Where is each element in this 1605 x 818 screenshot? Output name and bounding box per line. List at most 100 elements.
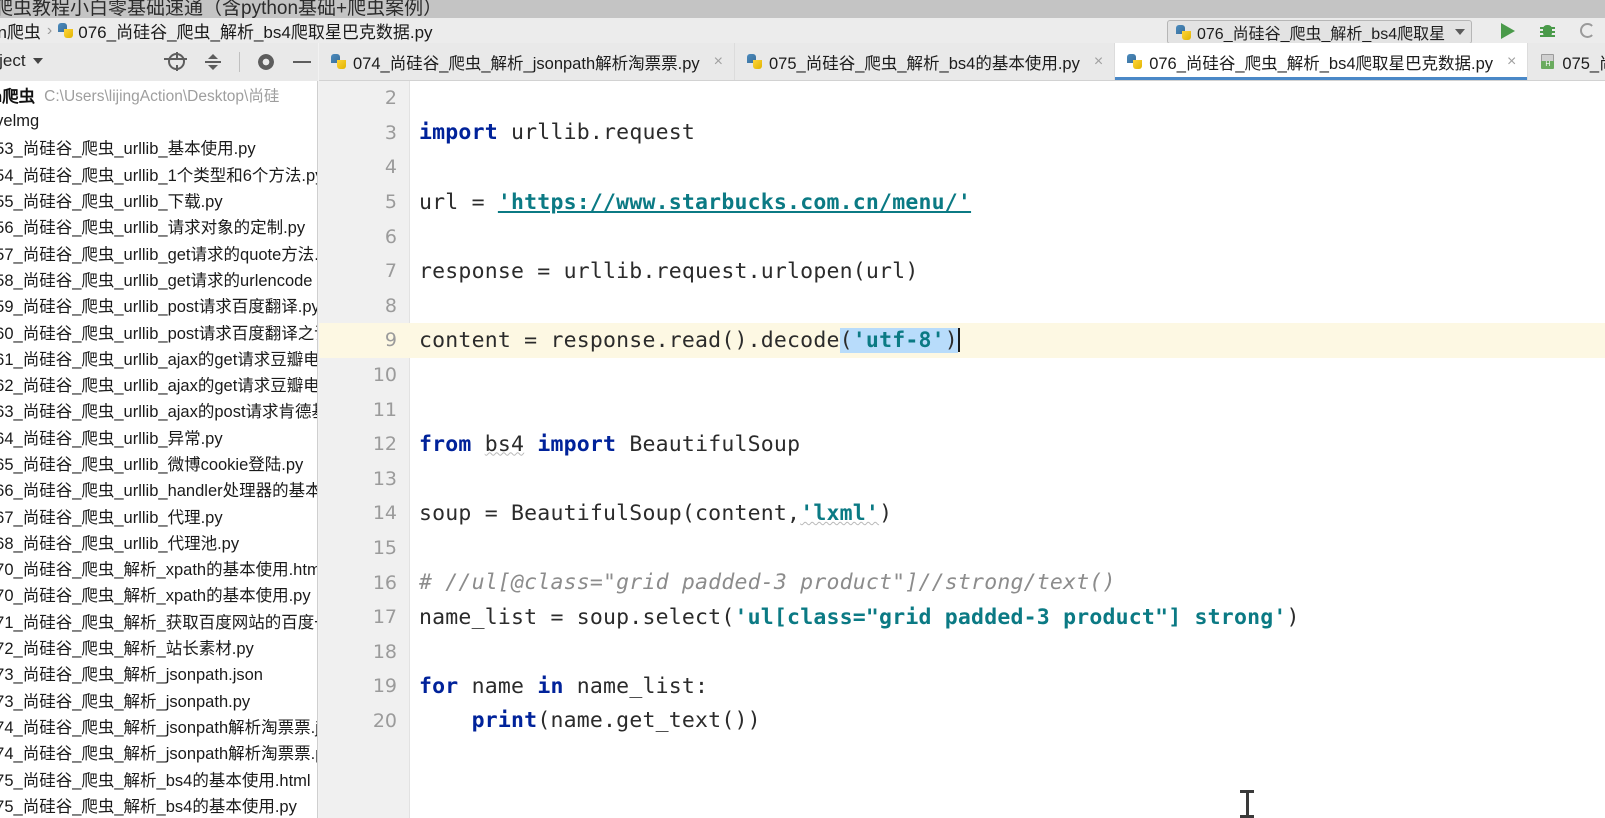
settings-gear-icon[interactable] [256, 52, 276, 72]
project-tree-item-label: 074_尚硅谷_爬虫_解析_jsonpath解析淘票票.py [0, 745, 318, 764]
code-line[interactable]: 14 soup = BeautifulSoup(content,'lxml') [319, 496, 1605, 531]
project-tree-item[interactable]: 059_尚硅谷_爬虫_urllib_post请求百度翻译.py [0, 292, 317, 318]
line-number: 17 [372, 606, 397, 629]
code-line-text: name_list = soup.select('ul[class="grid … [419, 604, 1300, 630]
project-tree-item[interactable]: 056_尚硅谷_爬虫_urllib_请求对象的定制.py [0, 213, 317, 239]
code-line[interactable]: 17 name_list = soup.select('ul[class="gri… [319, 600, 1605, 635]
code-line[interactable]: 11 [319, 392, 1605, 427]
project-tree-item-label: 062_尚硅谷_爬虫_urllib_ajax的get请求豆瓣电影 [0, 377, 318, 396]
breadcrumb-file-label: 076_尚硅谷_爬虫_解析_bs4爬取星巴克数据.py [78, 23, 433, 42]
code-line[interactable]: 20 print(name.get_text()) [319, 704, 1605, 739]
project-tree-item[interactable]: 057_尚硅谷_爬虫_urllib_get请求的quote方法. [0, 239, 317, 265]
project-tree-item[interactable]: 074_尚硅谷_爬虫_解析_jsonpath解析淘票票.py [0, 739, 317, 765]
code-line[interactable]: 7 response = urllib.request.urlopen(url) [319, 254, 1605, 289]
project-tree-item[interactable]: 075_尚硅谷_爬虫_解析_bs4的基本使用.html [0, 765, 317, 791]
editor-tab[interactable]: 074_尚硅谷_爬虫_解析_jsonpath解析淘票票.py × [319, 43, 735, 80]
window-title-bar: 爬虫教程小白零基础速通（含python基础+爬虫案例） [0, 0, 1605, 18]
project-tree-item[interactable]: 055_尚硅谷_爬虫_urllib_下载.py [0, 187, 317, 213]
line-number: 2 [384, 87, 397, 110]
code-line[interactable]: 15 [319, 531, 1605, 566]
project-tree-item[interactable]: 072_尚硅谷_爬虫_解析_站长素材.py [0, 634, 317, 660]
project-tree-item[interactable]: 067_尚硅谷_爬虫_urllib_代理.py [0, 502, 317, 528]
project-tree-item[interactable]: 054_尚硅谷_爬虫_urllib_1个类型和6个方法.py [0, 161, 317, 187]
line-number: 14 [372, 502, 397, 525]
line-number: 16 [372, 571, 397, 594]
run-play-icon[interactable] [1497, 20, 1519, 42]
code-line[interactable]: 3 import urllib.request [319, 116, 1605, 151]
editor-code-area[interactable]: 2 3 import urllib.request 4 5 url = 'https://… [319, 81, 1605, 818]
code-line[interactable]: 13 [319, 462, 1605, 497]
project-tree-item[interactable]: 061_尚硅谷_爬虫_urllib_ajax的get请求豆瓣电影 [0, 345, 317, 371]
python-file-icon [1176, 24, 1191, 40]
editor-tab-label: 074_尚硅谷_爬虫_解析_jsonpath解析淘票票.py [353, 54, 700, 73]
project-tree-item[interactable]: 060_尚硅谷_爬虫_urllib_post请求百度翻译之详 [0, 318, 317, 344]
breadcrumb-file[interactable]: 076_尚硅谷_爬虫_解析_bs4爬取星巴克数据.py [58, 18, 433, 43]
code-line[interactable]: 2 [319, 81, 1605, 116]
editor-tab[interactable]: H 075_尚硅谷 [1528, 43, 1605, 80]
python-file-icon [331, 54, 346, 69]
code-line[interactable]: 9 content = response.read().decode('utf-8… [319, 323, 1605, 358]
project-tree-item[interactable]: 064_尚硅谷_爬虫_urllib_异常.py [0, 424, 317, 450]
project-tree-item[interactable]: 075_尚硅谷_爬虫_解析_bs4的基本使用.py [0, 792, 317, 818]
project-tree-item[interactable]: 074_尚硅谷_爬虫_解析_jsonpath解析淘票票.js [0, 713, 317, 739]
project-tree-item[interactable]: 073_尚硅谷_爬虫_解析_jsonpath.json [0, 660, 317, 686]
project-tree-item[interactable]: ovelmg [0, 108, 317, 134]
close-icon[interactable]: × [1094, 53, 1103, 71]
run-configuration-selector[interactable]: 076_尚硅谷_爬虫_解析_bs4爬取星巴克数据 [1167, 20, 1472, 44]
project-tree-item[interactable]: 062_尚硅谷_爬虫_urllib_ajax的get请求豆瓣电影 [0, 371, 317, 397]
project-tree-item[interactable]: 053_尚硅谷_爬虫_urllib_基本使用.py [0, 134, 317, 160]
editor-tab[interactable]: 076_尚硅谷_爬虫_解析_bs4爬取星巴克数据.py × [1115, 43, 1529, 80]
editor-tab[interactable]: 075_尚硅谷_爬虫_解析_bs4的基本使用.py × [735, 43, 1116, 80]
project-tree-item-label: 055_尚硅谷_爬虫_urllib_下载.py [0, 193, 223, 212]
run-toolbar [1497, 16, 1605, 46]
project-tree-item[interactable]: 070_尚硅谷_爬虫_解析_xpath的基本使用.py [0, 581, 317, 607]
code-line[interactable]: 5 url = 'https://www.starbucks.com.cn/men… [319, 185, 1605, 220]
project-tree-item-label: 073_尚硅谷_爬虫_解析_jsonpath.json [0, 666, 263, 685]
project-tree-item[interactable]: 070_尚硅谷_爬虫_解析_xpath的基本使用.html [0, 555, 317, 581]
close-icon[interactable]: × [714, 53, 723, 71]
line-number: 12 [372, 433, 397, 456]
project-tree-item[interactable]: 066_尚硅谷_爬虫_urllib_handler处理器的基本 [0, 476, 317, 502]
code-line[interactable]: 4 [319, 150, 1605, 185]
code-line[interactable]: 6 [319, 219, 1605, 254]
hide-panel-icon[interactable] [292, 52, 312, 72]
code-line[interactable]: 18 [319, 635, 1605, 670]
project-tree-item[interactable]: 071_尚硅谷_爬虫_解析_获取百度网站的百度一 [0, 608, 317, 634]
debug-bug-icon[interactable] [1537, 20, 1559, 42]
code-line[interactable]: 12 from bs4 import BeautifulSoup [319, 427, 1605, 462]
project-panel-title-label: roject [0, 51, 26, 70]
code-line[interactable]: 19 for name in name_list: [319, 669, 1605, 704]
project-tree-item-label: 067_尚硅谷_爬虫_urllib_代理.py [0, 508, 223, 527]
chevron-down-icon[interactable] [32, 58, 43, 64]
project-tree-item-label: 075_尚硅谷_爬虫_解析_bs4的基本使用.py [0, 797, 297, 816]
close-icon[interactable]: × [1507, 53, 1516, 71]
line-number: 4 [384, 156, 397, 179]
run-coverage-icon[interactable] [1577, 20, 1599, 42]
code-line-text: # //ul[@class="grid padded-3 product"]//… [419, 570, 1116, 596]
breadcrumb-project[interactable]: on爬虫 [0, 18, 41, 43]
project-tree-item-label: 073_尚硅谷_爬虫_解析_jsonpath.py [0, 692, 251, 711]
project-tree-item-label: 064_尚硅谷_爬虫_urllib_异常.py [0, 429, 223, 448]
code-line[interactable]: 10 [319, 358, 1605, 393]
collapse-all-icon[interactable] [203, 52, 223, 72]
project-tree[interactable]: on爬虫 C:\Users\lijingAction\Desktop\尚硅 ov… [0, 81, 318, 818]
project-tree-item-label: 071_尚硅谷_爬虫_解析_获取百度网站的百度一 [0, 613, 318, 632]
project-panel-title[interactable]: roject [0, 51, 43, 71]
project-tree-root[interactable]: on爬虫 C:\Users\lijingAction\Desktop\尚硅 [0, 81, 317, 108]
code-line[interactable]: 8 [319, 289, 1605, 324]
project-tree-item[interactable]: 068_尚硅谷_爬虫_urllib_代理池.py [0, 529, 317, 555]
code-line[interactable]: 16 # //ul[@class="grid padded-3 product"]… [319, 565, 1605, 600]
project-tree-item[interactable]: 065_尚硅谷_爬虫_urllib_微博cookie登陆.py [0, 450, 317, 476]
select-opened-file-icon[interactable] [164, 52, 187, 72]
project-tree-item-label: 058_尚硅谷_爬虫_urllib_get请求的urlencode [0, 271, 313, 290]
line-number: 10 [372, 364, 397, 387]
project-tree-item-label: 061_尚硅谷_爬虫_urllib_ajax的get请求豆瓣电影 [0, 350, 318, 369]
project-tree-item[interactable]: 058_尚硅谷_爬虫_urllib_get请求的urlencode [0, 266, 317, 292]
code-editor[interactable]: 2 3 import urllib.request 4 5 url = 'https://… [319, 81, 1605, 818]
editor-tab-label: 075_尚硅谷 [1562, 54, 1605, 73]
project-tree-item[interactable]: 063_尚硅谷_爬虫_urllib_ajax的post请求肯德基 [0, 397, 317, 423]
chevron-down-icon[interactable] [1455, 29, 1465, 35]
project-tree-item-label: 059_尚硅谷_爬虫_urllib_post请求百度翻译.py [0, 298, 318, 317]
code-line-text: content = response.read().decode('utf-8'… [419, 327, 960, 353]
project-tree-item[interactable]: 073_尚硅谷_爬虫_解析_jsonpath.py [0, 687, 317, 713]
